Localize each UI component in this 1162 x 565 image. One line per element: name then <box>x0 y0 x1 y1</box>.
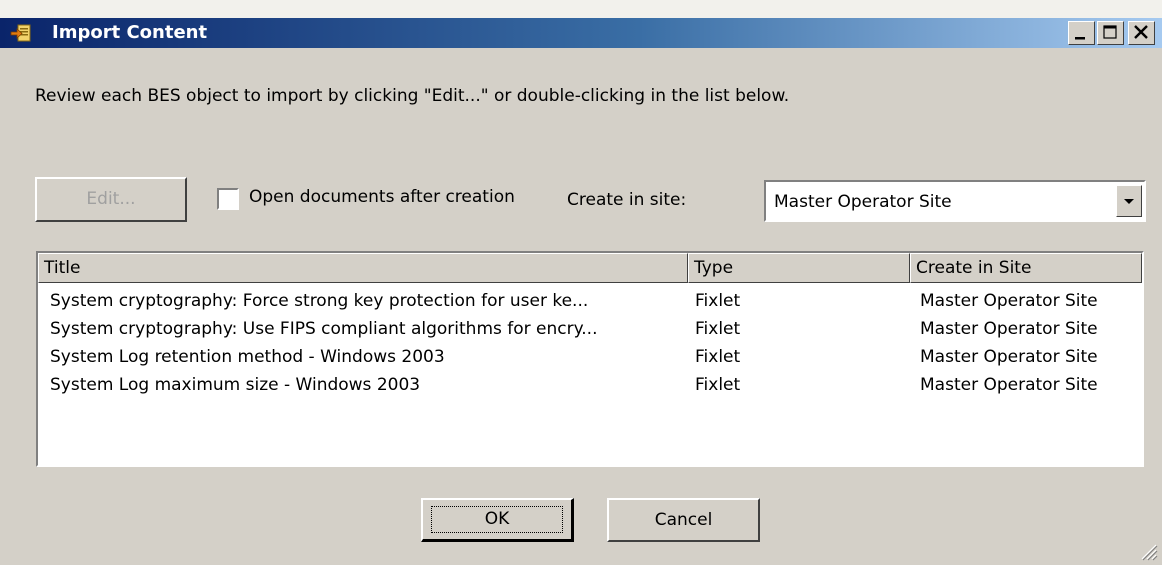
ok-label: OK <box>484 509 510 529</box>
maximize-button[interactable] <box>1097 21 1124 45</box>
list-row[interactable]: System Log retention method - Windows 20… <box>38 343 1142 371</box>
instruction-text: Review each BES object to import by clic… <box>35 86 790 106</box>
row-title: System cryptography: Use FIPS compliant … <box>50 319 598 339</box>
open-documents-label[interactable]: Open documents after creation <box>249 186 515 208</box>
resize-grip-icon[interactable] <box>1138 541 1158 561</box>
list-row[interactable]: System cryptography: Force strong key pr… <box>38 287 1142 315</box>
create-in-site-select[interactable]: Master Operator Site <box>764 180 1146 222</box>
import-content-icon <box>10 23 32 43</box>
list-row[interactable]: System Log maximum size - Windows 2003 F… <box>38 371 1142 399</box>
open-documents-checkbox[interactable] <box>217 188 239 210</box>
maximize-icon <box>1103 25 1117 39</box>
cancel-button[interactable]: Cancel <box>607 498 760 542</box>
row-title: System Log maximum size - Windows 2003 <box>50 375 421 395</box>
column-header-create-in-site[interactable]: Create in Site <box>910 253 1142 283</box>
minimize-icon <box>1075 37 1085 40</box>
close-icon <box>1134 25 1148 39</box>
row-type: Fixlet <box>695 347 741 367</box>
create-in-site-value: Master Operator Site <box>774 192 952 212</box>
row-site: Master Operator Site <box>920 347 1098 367</box>
window-title: Import Content <box>52 22 208 43</box>
dropdown-button[interactable] <box>1116 185 1142 217</box>
import-list[interactable]: Title Type Create in Site System cryptog… <box>36 251 1144 467</box>
row-title: System cryptography: Force strong key pr… <box>50 291 589 311</box>
row-site: Master Operator Site <box>920 291 1098 311</box>
list-header: Title Type Create in Site <box>38 253 1142 283</box>
title-bar[interactable]: Import Content <box>0 18 1162 48</box>
column-header-title[interactable]: Title <box>38 253 688 283</box>
create-in-site-label: Create in site: <box>567 190 687 210</box>
window-top-edge <box>0 0 1162 18</box>
list-row[interactable]: System cryptography: Use FIPS compliant … <box>38 315 1142 343</box>
edit-button[interactable]: Edit... <box>35 177 187 222</box>
minimize-button[interactable] <box>1068 21 1095 45</box>
row-type: Fixlet <box>695 319 741 339</box>
chevron-down-icon <box>1124 199 1134 204</box>
row-type: Fixlet <box>695 291 741 311</box>
row-site: Master Operator Site <box>920 375 1098 395</box>
row-type: Fixlet <box>695 375 741 395</box>
row-title: System Log retention method - Windows 20… <box>50 347 445 367</box>
ok-button[interactable]: OK <box>421 498 574 542</box>
row-site: Master Operator Site <box>920 319 1098 339</box>
column-header-type[interactable]: Type <box>688 253 910 283</box>
close-button[interactable] <box>1128 21 1155 45</box>
